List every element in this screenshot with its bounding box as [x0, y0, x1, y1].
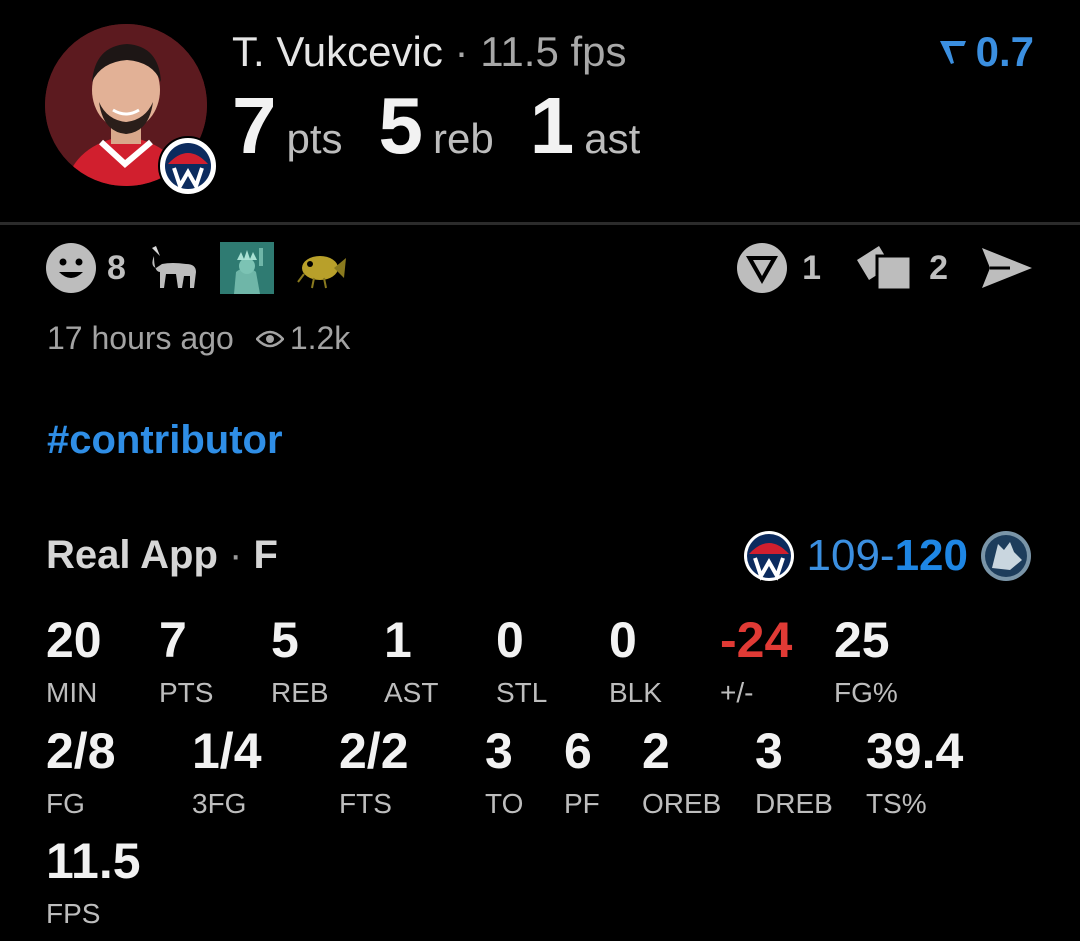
game-status: F [253, 533, 278, 577]
game-source: Real App · F [46, 533, 278, 578]
emoji-reaction[interactable]: 8 [45, 242, 126, 294]
filter-arrow-icon [939, 41, 966, 64]
player-line: T. Vukcevic · 11.5 fps [232, 28, 627, 76]
rating-value: 0.7 [975, 28, 1034, 75]
pts-value: 7 [232, 81, 277, 170]
timestamp: 17 hours ago [47, 320, 234, 356]
stat-pts: 7 PTS [159, 615, 213, 709]
stat-blk: 0 BLK [609, 615, 662, 709]
stat-plus-minus: -24 +/- [720, 615, 792, 709]
pts-unit: pts [286, 115, 343, 162]
ast-unit: ast [584, 115, 641, 162]
wizards-logo-icon [158, 136, 218, 196]
stat-value: 1 [384, 612, 412, 668]
cards-count: 2 [929, 248, 948, 287]
stat-value: 11.5 [46, 833, 141, 889]
stat-label: 3FG [192, 788, 247, 819]
goat-icon[interactable] [146, 242, 200, 294]
stat-label: FTS [339, 788, 392, 819]
stat-label: FPS [46, 898, 101, 929]
stat-value: 2/2 [339, 723, 409, 779]
score-left: 109 [806, 531, 880, 580]
reb-value: 5 [378, 81, 424, 170]
stat-ts-pct: 39.4 TS% [866, 726, 963, 820]
stat-label: FG% [834, 677, 898, 708]
stat-label: OREB [642, 788, 722, 819]
player-fps: 11.5 fps [480, 28, 627, 75]
actions-bar: 1 2 [736, 242, 1034, 294]
stat-value: -24 [720, 612, 793, 668]
ast-value: 1 [529, 81, 575, 170]
stat-fg-pct: 25 FG% [834, 615, 898, 709]
send-icon[interactable] [980, 244, 1034, 292]
headline-statline: 7 pts 5 reb 1 ast [232, 86, 640, 166]
cards-icon[interactable] [853, 242, 915, 294]
stat-label: MIN [46, 677, 98, 708]
views-value: 1.2k [289, 320, 351, 356]
fish-bug-icon[interactable] [294, 242, 348, 294]
stat-value: 6 [564, 723, 592, 779]
stat-ast: 1 AST [384, 615, 438, 709]
stat-label: STL [496, 677, 548, 708]
reb-unit: reb [433, 115, 494, 162]
stat-label: PF [564, 788, 600, 819]
stat-to: 3 TO [485, 726, 523, 820]
stat-fts: 2/2 FTS [339, 726, 409, 820]
score-dash: - [879, 531, 895, 580]
stat-label: TO [485, 788, 524, 819]
eye-icon [255, 330, 284, 347]
post-meta: 17 hours ago 1.2k [47, 320, 350, 357]
divider [0, 222, 1080, 225]
view-count: 1.2k [255, 320, 351, 357]
stat-label: BLK [609, 677, 662, 708]
wizards-logo-icon [743, 531, 794, 581]
stat-fps: 11.5 FPS [46, 836, 141, 930]
stat-fg: 2/8 FG [46, 726, 116, 820]
stat-label: REB [271, 677, 329, 708]
stat-value: 0 [496, 612, 524, 668]
stat-label: TS% [866, 788, 927, 819]
stat-value: 20 [46, 612, 102, 668]
stat-value: 25 [834, 612, 890, 668]
stat-stl: 0 STL [496, 615, 547, 709]
stat-dreb: 3 DREB [755, 726, 833, 820]
stat-pf: 6 PF [564, 726, 600, 820]
stat-value: 7 [159, 612, 187, 668]
stat-value: 5 [271, 612, 299, 668]
player-name[interactable]: T. Vukcevic [232, 28, 443, 75]
reactions-bar: 8 [45, 242, 348, 294]
statue-of-liberty-icon[interactable] [219, 242, 274, 294]
stat-reb: 5 REB [271, 615, 329, 709]
stat-value: 2 [642, 723, 670, 779]
game-score[interactable]: 109-120 [743, 530, 1033, 582]
stat-label: PTS [159, 677, 214, 708]
smiley-face-icon [46, 243, 96, 293]
stat-value: 3 [485, 723, 513, 779]
stat-label: +/- [720, 677, 754, 708]
stat-label: AST [384, 677, 439, 708]
source-name: Real App [46, 533, 218, 577]
separator: · [229, 533, 243, 577]
real-count: 1 [802, 248, 822, 287]
stat-value: 1/4 [192, 723, 262, 779]
score-text: 109-120 [807, 531, 969, 581]
rating[interactable]: 0.7 [938, 28, 1034, 76]
stat-min: 20 MIN [46, 615, 102, 709]
stat-value: 39.4 [866, 723, 964, 779]
emoji-count: 8 [107, 248, 126, 287]
stat-value: 0 [609, 612, 637, 668]
stat-oreb: 2 OREB [642, 726, 721, 820]
stat-value: 3 [755, 723, 783, 779]
separator: · [454, 28, 469, 75]
hashtag-link[interactable]: #contributor [47, 418, 283, 463]
stat-value: 2/8 [46, 723, 116, 779]
timberwolves-logo-icon [981, 531, 1031, 581]
real-logo-icon[interactable] [736, 242, 788, 294]
stat-label: FG [46, 788, 85, 819]
stat-label: DREB [755, 788, 833, 819]
score-right: 120 [894, 531, 968, 580]
stat-3fg: 1/4 3FG [192, 726, 262, 820]
